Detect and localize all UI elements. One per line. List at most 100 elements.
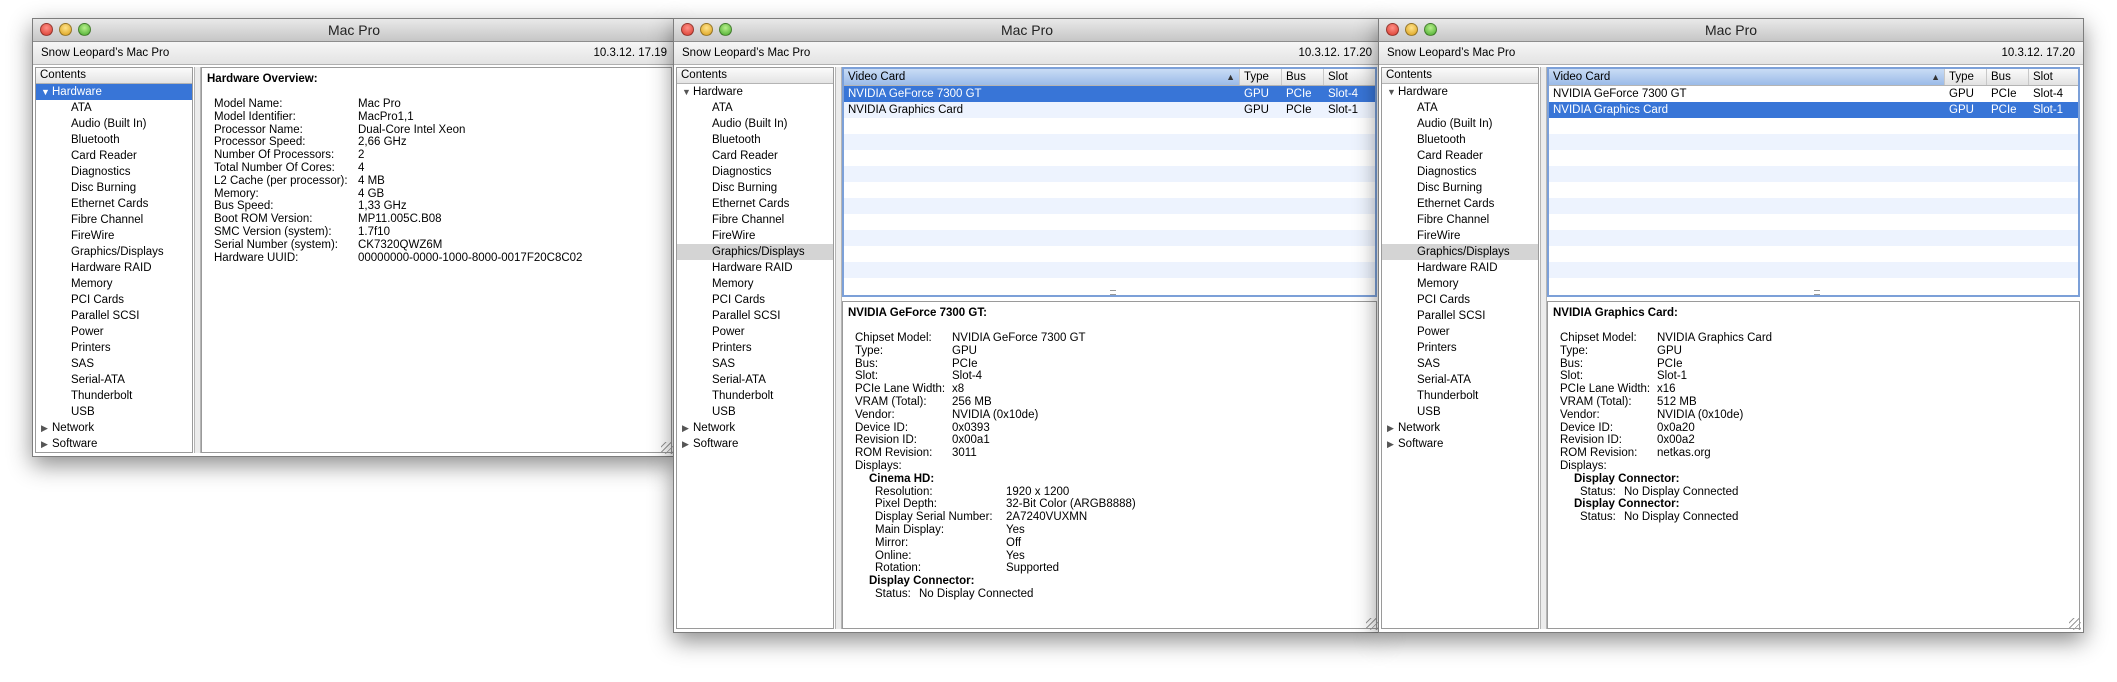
close-icon[interactable] [40,23,53,36]
pane-divider-grip-icon[interactable] [1813,290,1820,295]
close-icon[interactable] [1386,23,1399,36]
sidebar-item-ata[interactable]: ATA [677,100,833,116]
sidebar-item-fibre-channel[interactable]: Fibre Channel [1382,212,1538,228]
sidebar-item-sas[interactable]: SAS [1382,356,1538,372]
sidebar-item-fibre-channel[interactable]: Fibre Channel [36,212,192,228]
column-bus[interactable]: Bus [1987,69,2029,85]
sidebar-item-hardware[interactable]: ▼ Hardware [677,84,833,100]
sidebar-item-power[interactable]: Power [36,324,192,340]
disclosure-expanded-icon[interactable]: ▼ [1387,84,1396,100]
column-slot[interactable]: Slot [2029,69,2078,85]
table-row[interactable]: NVIDIA Graphics Card GPU PCIe Slot-1 [844,102,1375,118]
sidebar-item-graphics-displays[interactable]: Graphics/Displays [677,244,833,260]
contents-sidebar[interactable]: Contents ▼ Hardware ATA Audio (Built In) Blu… [35,67,193,453]
column-type[interactable]: Type [1240,69,1282,85]
sidebar-item-ethernet-cards[interactable]: Ethernet Cards [36,196,192,212]
sidebar-item-pci-cards[interactable]: PCI Cards [36,292,192,308]
sidebar-item-graphics-displays[interactable]: Graphics/Displays [1382,244,1538,260]
sidebar-item-firewire[interactable]: FireWire [677,228,833,244]
sidebar-item-hardware[interactable]: ▼ Hardware [36,84,192,100]
sidebar-item-memory[interactable]: Memory [36,276,192,292]
title-bar[interactable]: Mac Pro [33,19,675,42]
sidebar-item-pci-cards[interactable]: PCI Cards [1382,292,1538,308]
title-bar[interactable]: Mac Pro [674,19,1380,42]
minimize-icon[interactable] [700,23,713,36]
split-view-divider[interactable] [1540,67,1547,629]
disclosure-collapsed-icon[interactable]: ▶ [41,420,48,436]
sidebar-item-printers[interactable]: Printers [1382,340,1538,356]
sidebar-item-sas[interactable]: SAS [677,356,833,372]
sidebar-item-usb[interactable]: USB [677,404,833,420]
disclosure-collapsed-icon[interactable]: ▶ [41,436,48,452]
contents-sidebar[interactable]: Contents ▼ Hardware ATA Audio (Built In) Blu… [676,67,834,629]
sidebar-item-software[interactable]: ▶ Software [36,436,192,452]
sidebar-item-usb[interactable]: USB [1382,404,1538,420]
sidebar-item-thunderbolt[interactable]: Thunderbolt [36,388,192,404]
sidebar-item-serial-ata[interactable]: Serial-ATA [1382,372,1538,388]
table-row[interactable]: NVIDIA Graphics Card GPU PCIe Slot-1 [1549,102,2078,118]
sidebar-item-card-reader[interactable]: Card Reader [36,148,192,164]
column-type[interactable]: Type [1945,69,1987,85]
disclosure-collapsed-icon[interactable]: ▶ [682,436,689,452]
sidebar-item-bluetooth[interactable]: Bluetooth [1382,132,1538,148]
sidebar-item-network[interactable]: ▶ Network [36,420,192,436]
sidebar-item-printers[interactable]: Printers [36,340,192,356]
minimize-icon[interactable] [59,23,72,36]
resize-grip-icon[interactable] [661,442,673,454]
sidebar-item-printers[interactable]: Printers [677,340,833,356]
sidebar-item-sas[interactable]: SAS [36,356,192,372]
sidebar-item-serial-ata[interactable]: Serial-ATA [36,372,192,388]
disclosure-collapsed-icon[interactable]: ▶ [1387,420,1394,436]
sidebar-item-memory[interactable]: Memory [1382,276,1538,292]
contents-sidebar[interactable]: Contents ▼ Hardware ATA Audio (Built In) Blu… [1381,67,1539,629]
column-video-card[interactable]: Video Card ▲ [1549,69,1945,85]
sidebar-item-audio-built-in[interactable]: Audio (Built In) [36,116,192,132]
minimize-icon[interactable] [1405,23,1418,36]
sidebar-item-disc-burning[interactable]: Disc Burning [36,180,192,196]
zoom-icon[interactable] [78,23,91,36]
table-row[interactable]: NVIDIA GeForce 7300 GT GPU PCIe Slot-4 [1549,86,2078,102]
sidebar-item-fibre-channel[interactable]: Fibre Channel [677,212,833,228]
sidebar-item-ethernet-cards[interactable]: Ethernet Cards [1382,196,1538,212]
sidebar-item-audio-built-in[interactable]: Audio (Built In) [1382,116,1538,132]
column-slot[interactable]: Slot [1324,69,1375,85]
sidebar-item-network[interactable]: ▶ Network [677,420,833,436]
split-view-divider[interactable] [835,67,842,629]
sidebar-item-card-reader[interactable]: Card Reader [1382,148,1538,164]
sidebar-item-thunderbolt[interactable]: Thunderbolt [1382,388,1538,404]
sidebar-item-ata[interactable]: ATA [36,100,192,116]
resize-grip-icon[interactable] [2069,618,2081,630]
sidebar-item-power[interactable]: Power [1382,324,1538,340]
sidebar-item-diagnostics[interactable]: Diagnostics [1382,164,1538,180]
table-row[interactable]: NVIDIA GeForce 7300 GT GPU PCIe Slot-4 [844,86,1375,102]
sidebar-item-usb[interactable]: USB [36,404,192,420]
sidebar-item-audio-built-in[interactable]: Audio (Built In) [677,116,833,132]
sidebar-item-disc-burning[interactable]: Disc Burning [677,180,833,196]
sidebar-item-hardware-raid[interactable]: Hardware RAID [677,260,833,276]
sidebar-item-firewire[interactable]: FireWire [36,228,192,244]
sidebar-item-bluetooth[interactable]: Bluetooth [677,132,833,148]
sidebar-item-software[interactable]: ▶ Software [677,436,833,452]
sidebar-item-thunderbolt[interactable]: Thunderbolt [677,388,833,404]
sidebar-item-serial-ata[interactable]: Serial-ATA [677,372,833,388]
sidebar-item-graphics-displays[interactable]: Graphics/Displays [36,244,192,260]
pane-divider-grip-icon[interactable] [1109,290,1116,295]
sidebar-item-firewire[interactable]: FireWire [1382,228,1538,244]
title-bar[interactable]: Mac Pro [1379,19,2083,42]
sidebar-item-hardware[interactable]: ▼ Hardware [1382,84,1538,100]
sidebar-item-ethernet-cards[interactable]: Ethernet Cards [677,196,833,212]
sidebar-item-hardware-raid[interactable]: Hardware RAID [36,260,192,276]
sidebar-item-pci-cards[interactable]: PCI Cards [677,292,833,308]
disclosure-expanded-icon[interactable]: ▼ [682,84,691,100]
sidebar-item-software[interactable]: ▶ Software [1382,436,1538,452]
sidebar-item-network[interactable]: ▶ Network [1382,420,1538,436]
sidebar-item-parallel-scsi[interactable]: Parallel SCSI [1382,308,1538,324]
disclosure-collapsed-icon[interactable]: ▶ [1387,436,1394,452]
column-video-card[interactable]: Video Card ▲ [844,69,1240,85]
zoom-icon[interactable] [719,23,732,36]
sidebar-item-bluetooth[interactable]: Bluetooth [36,132,192,148]
column-bus[interactable]: Bus [1282,69,1324,85]
sidebar-item-card-reader[interactable]: Card Reader [677,148,833,164]
video-card-table[interactable]: Video Card ▲ Type Bus Slot NVIDIA GeForce… [1547,67,2080,297]
zoom-icon[interactable] [1424,23,1437,36]
